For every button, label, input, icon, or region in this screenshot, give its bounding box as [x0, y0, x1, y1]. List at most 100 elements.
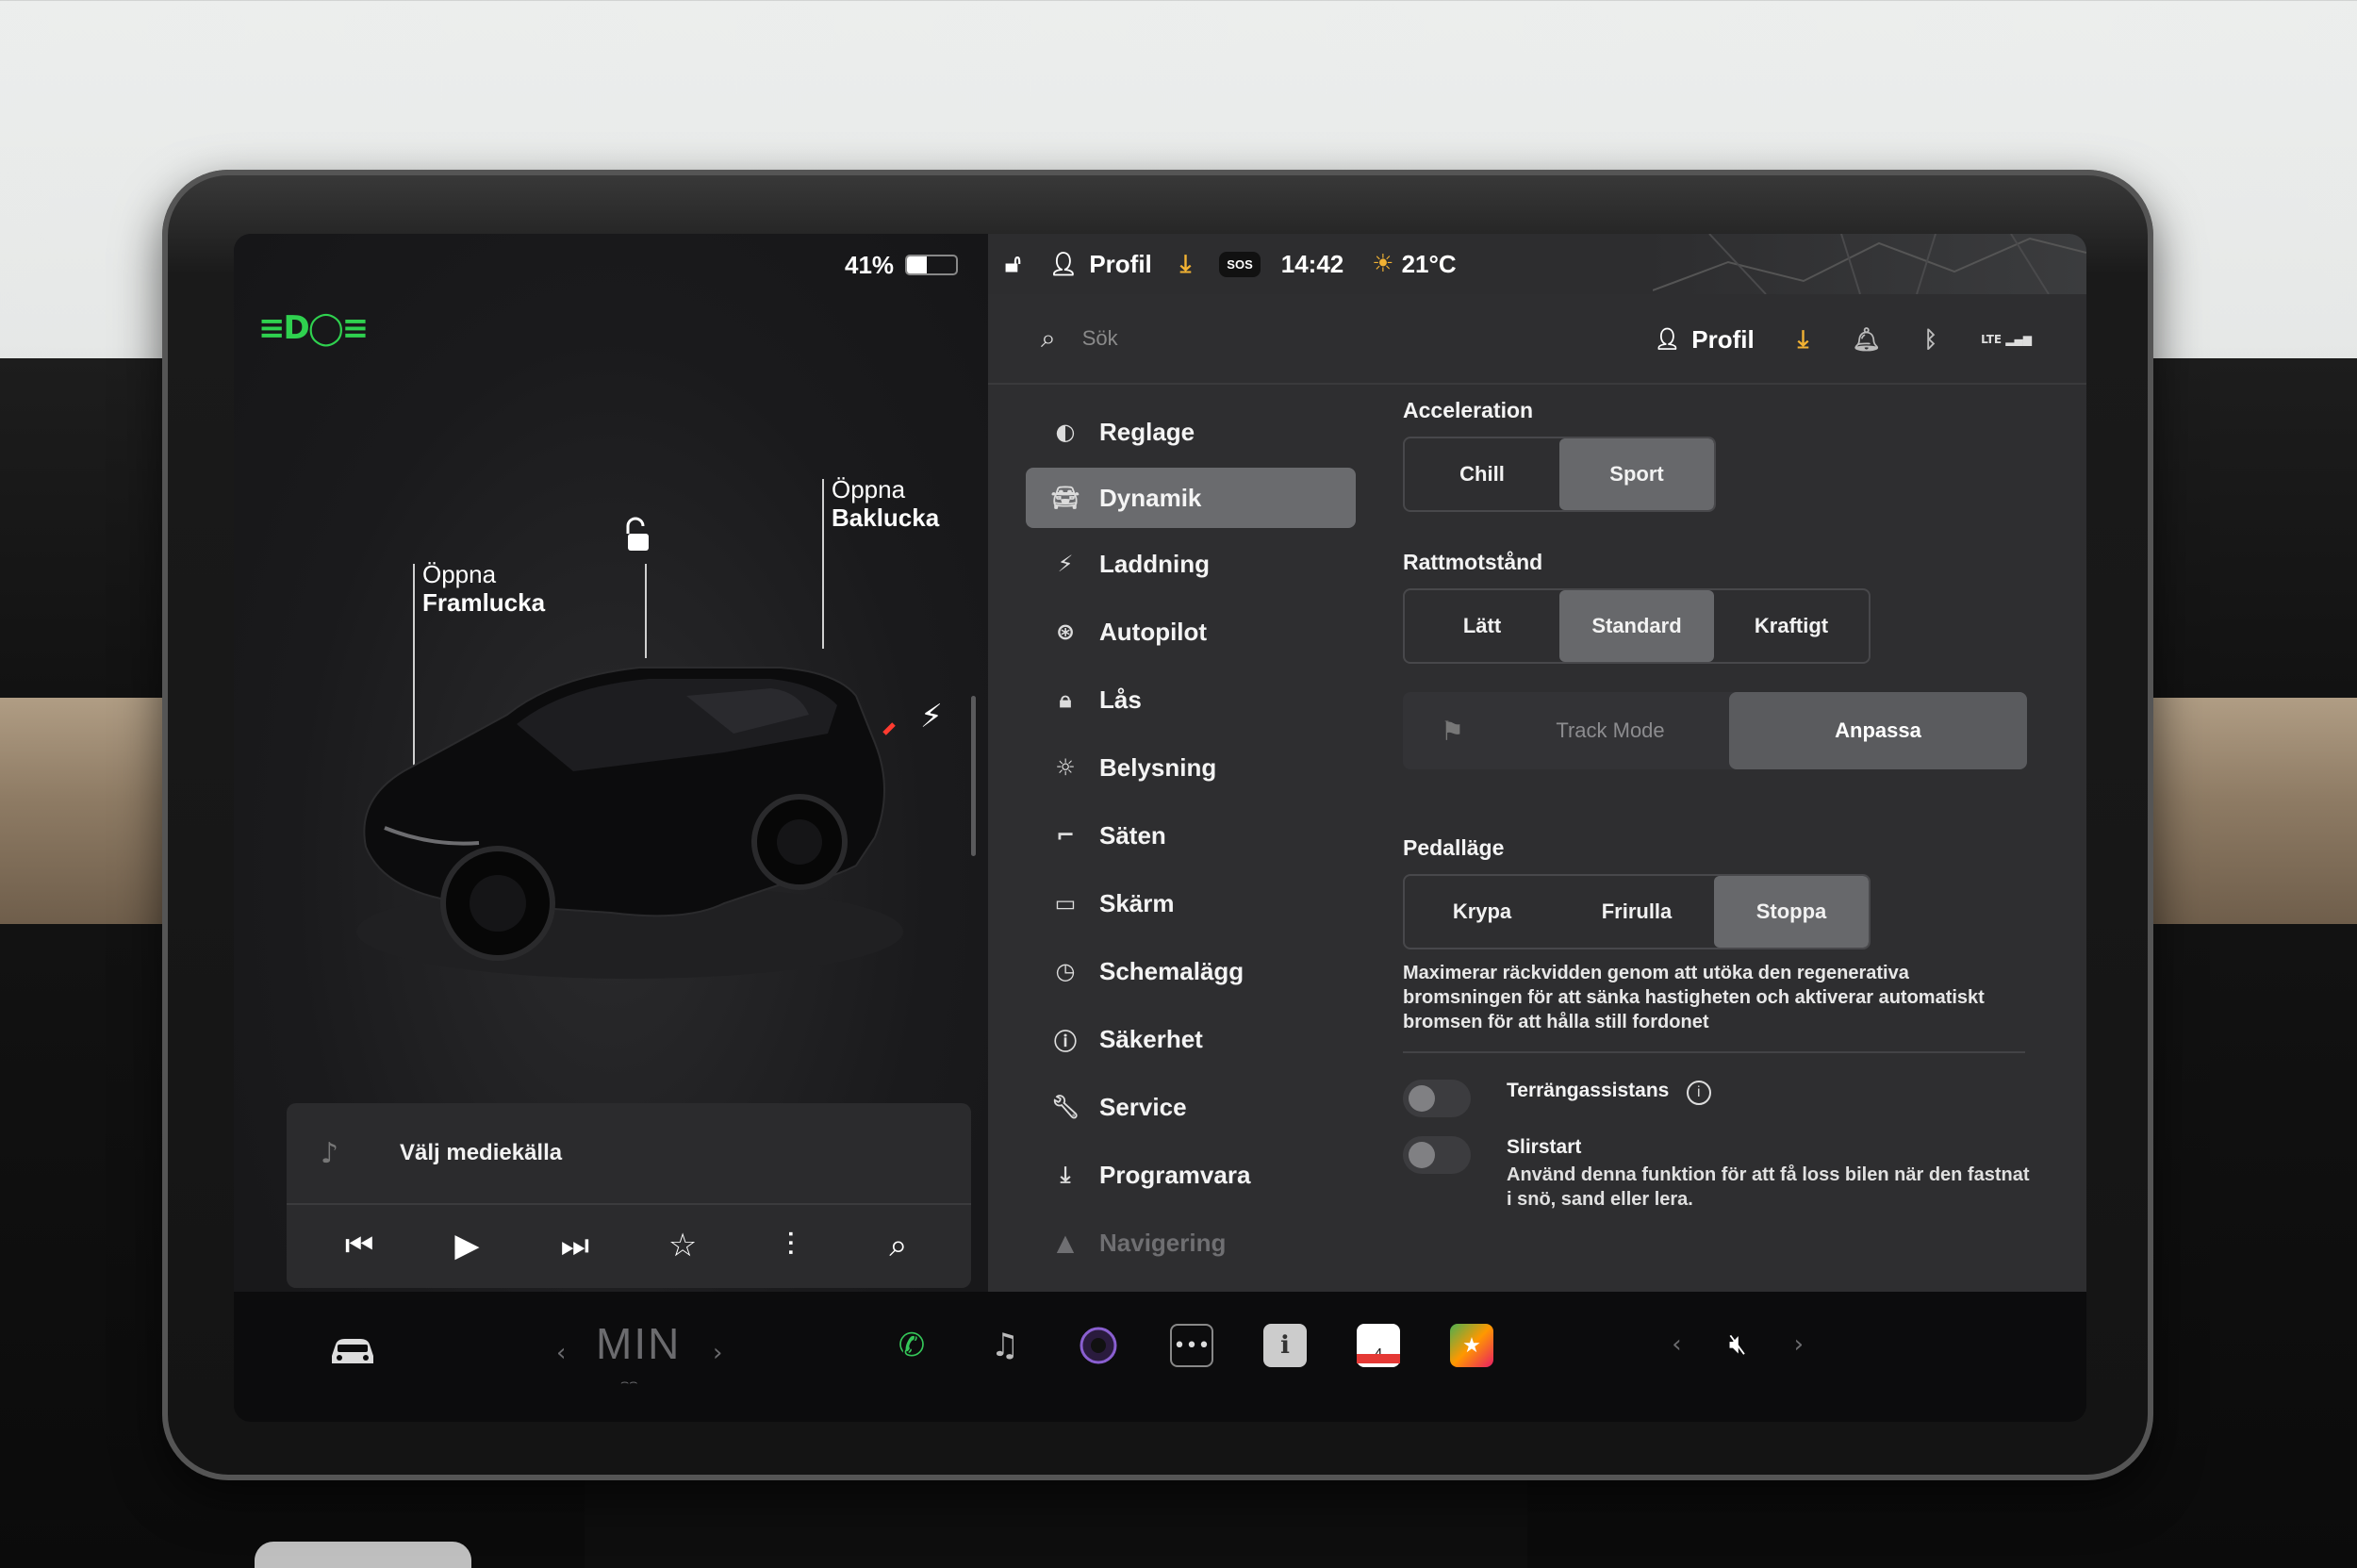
sidebar-item-autopilot[interactable]: ⊛ Autopilot: [1026, 598, 1356, 666]
calendar-icon[interactable]: 4: [1357, 1324, 1400, 1367]
sun-icon: ☀: [1372, 250, 1394, 278]
app-launcher: ✆ ♫ ••• ℹ 4 ★: [890, 1324, 1543, 1367]
bolt-icon: ⚡: [1057, 551, 1074, 577]
unlock-icon[interactable]: [622, 517, 652, 554]
frunk-label-line1: Öppna: [422, 560, 497, 588]
sidebar-item-service[interactable]: 🔧︎ Service: [1026, 1073, 1356, 1141]
pedal-mode-label: Pedalläge: [1403, 835, 1505, 860]
track-mode-label[interactable]: Track Mode: [1497, 718, 1723, 743]
download-icon: ⤓: [1060, 1162, 1071, 1188]
slip-start-label: Slirstart: [1507, 1136, 1582, 1158]
customize-button[interactable]: Anpassa: [1729, 692, 2027, 769]
toggle-knob: [1409, 1142, 1435, 1168]
sos-icon[interactable]: SOS: [1219, 251, 1261, 277]
clock-icon: ◷: [1055, 958, 1076, 984]
steering-label: Rattmotstånd: [1403, 550, 1543, 574]
header-actions: 👤︎ Profil ⤓ 🔔︎ ᛒ LTE ▂▄▆: [1610, 294, 2032, 385]
sidebar-item-label: Programvara: [1099, 1160, 1251, 1189]
seat-heater-icon[interactable]: ⌢⌢: [620, 1375, 637, 1390]
weather: ☀ 21°C: [1372, 250, 1456, 279]
sun-icon: ☼: [1055, 754, 1076, 781]
screen-icon: ▭: [1054, 890, 1077, 916]
pedal-option-stoppa[interactable]: Stoppa: [1714, 876, 1869, 948]
profile-status[interactable]: 👤︎ Profil: [1049, 250, 1152, 279]
battery-icon: [905, 255, 958, 275]
clock: 14:42: [1280, 249, 1344, 278]
settings-nav: ◐ Reglage 🚘︎ Dynamik ⚡ Laddning ⊛ Autopilot 🔒︎ Lå…: [1026, 398, 1356, 1277]
charge-port-icon[interactable]: ⚡: [920, 698, 943, 735]
pedal-mode-description: Maximerar räckvidden genom att utöka den…: [1403, 963, 1985, 1032]
car-controls-icon[interactable]: [328, 1331, 377, 1369]
profile-button[interactable]: 👤︎ Profil: [1654, 325, 1754, 355]
open-trunk-button[interactable]: Öppna Baklucka: [832, 475, 939, 532]
lock-status-icon[interactable]: 🔓︎: [1005, 250, 1021, 279]
volume-up-icon[interactable]: ›: [1794, 1330, 1804, 1359]
play-icon[interactable]: ▶: [438, 1227, 495, 1264]
music-icon[interactable]: ♫: [983, 1324, 1027, 1367]
sidebar-item-lås[interactable]: 🔒︎ Lås: [1026, 666, 1356, 734]
steering-option-standard[interactable]: Standard: [1559, 590, 1714, 662]
acceleration-label: Acceleration: [1403, 398, 1534, 422]
star-icon[interactable]: ☆: [654, 1227, 711, 1264]
info-icon[interactable]: i: [1686, 1081, 1711, 1105]
temp-down-icon[interactable]: ‹: [556, 1339, 566, 1367]
sidebar-item-dynamik[interactable]: 🚘︎ Dynamik: [1026, 468, 1356, 528]
lte-signal-icon: LTE ▂▄▆: [1981, 333, 2032, 346]
camera-icon[interactable]: [1077, 1324, 1120, 1367]
media-source-row[interactable]: ♪ Välj mediekälla: [287, 1103, 971, 1205]
sidebar-item-säkerhet[interactable]: ⓘ Säkerhet: [1026, 1005, 1356, 1073]
track-mode-row: ⚑ Track Mode Anpassa: [1403, 692, 2027, 769]
more-icon[interactable]: •••: [1170, 1324, 1213, 1367]
sidebar-item-label: Autopilot: [1099, 617, 1208, 646]
temp-up-icon[interactable]: ›: [713, 1339, 722, 1367]
games-icon[interactable]: ★: [1450, 1324, 1493, 1367]
person-icon: 👤︎: [1048, 251, 1079, 277]
sidebar-item-reglage[interactable]: ◐ Reglage: [1026, 398, 1356, 466]
open-frunk-button[interactable]: Öppna Framlucka: [422, 560, 545, 617]
sidebar-item-belysning[interactable]: ☼ Belysning: [1026, 734, 1356, 801]
mute-icon[interactable]: 🔇︎: [1729, 1328, 1747, 1361]
frunk-label-line2: Framlucka: [422, 588, 546, 617]
sidebar-item-navigering[interactable]: ▲ Navigering: [1026, 1209, 1356, 1277]
music-note-icon: ♪: [321, 1136, 339, 1170]
equalizer-icon[interactable]: ⫶: [762, 1227, 818, 1264]
slip-start-row: Slirstart Använd denna funktion för att …: [1403, 1136, 2063, 1212]
climate-temperature[interactable]: MIN: [596, 1318, 681, 1369]
previous-icon[interactable]: ⏮: [331, 1227, 387, 1264]
sidebar-item-label: Skärm: [1099, 888, 1175, 917]
search-icon[interactable]: ⌕: [1041, 322, 1056, 355]
download-icon[interactable]: ⤓: [1180, 250, 1192, 279]
phone-icon[interactable]: ✆: [890, 1324, 933, 1367]
panel-scroll-indicator[interactable]: [971, 696, 976, 856]
next-icon[interactable]: ⏭: [547, 1227, 603, 1264]
battery-percent: 41%: [845, 251, 895, 279]
bell-icon[interactable]: 🔔︎: [1852, 326, 1880, 353]
sidebar-item-label: Schemalägg: [1099, 956, 1244, 985]
settings-search-input[interactable]: [1081, 326, 1610, 351]
volume-down-icon[interactable]: ‹: [1672, 1330, 1681, 1359]
sidebar-item-label: Laddning: [1099, 549, 1210, 578]
steering-option-lätt[interactable]: Lätt: [1405, 590, 1559, 662]
acceleration-option-sport[interactable]: Sport: [1559, 438, 1714, 510]
acceleration-option-chill[interactable]: Chill: [1405, 438, 1559, 510]
toggle-knob: [1409, 1085, 1435, 1112]
pedal-option-frirulla[interactable]: Frirulla: [1559, 876, 1714, 948]
touchscreen: ≡D◯≡ 41% Öppna Framlucka Öppna Baklucka …: [234, 234, 2086, 1422]
steering-option-kraftigt[interactable]: Kraftigt: [1714, 590, 1869, 662]
bottom-dock: ‹ MIN › ⌢⌢ ✆ ♫ ••• ℹ 4 ★ ‹ 🔇︎ ›: [234, 1292, 2086, 1422]
pedal-option-krypa[interactable]: Krypa: [1405, 876, 1559, 948]
sidebar-item-programvara[interactable]: ⤓ Programvara: [1026, 1141, 1356, 1209]
manual-icon[interactable]: ℹ: [1263, 1324, 1307, 1367]
acceleration-selector: Chill Sport: [1403, 437, 1716, 512]
search-icon[interactable]: ⌕: [870, 1227, 927, 1264]
sidebar-item-säten[interactable]: ⌐ Säten: [1026, 801, 1356, 869]
download-icon[interactable]: ⤓: [1798, 325, 1809, 355]
terrain-assist-toggle[interactable]: [1403, 1080, 1471, 1117]
sidebar-item-schemalägg[interactable]: ◷ Schemalägg: [1026, 937, 1356, 1005]
bluetooth-icon[interactable]: ᛒ: [1924, 326, 1937, 353]
media-player: ♪ Välj mediekälla ⏮ ▶ ⏭ ☆ ⫶ ⌕: [287, 1103, 971, 1288]
map-preview[interactable]: [1653, 234, 2086, 294]
sidebar-item-laddning[interactable]: ⚡ Laddning: [1026, 530, 1356, 598]
sidebar-item-skärm[interactable]: ▭ Skärm: [1026, 869, 1356, 937]
slip-start-toggle[interactable]: [1403, 1136, 1471, 1174]
